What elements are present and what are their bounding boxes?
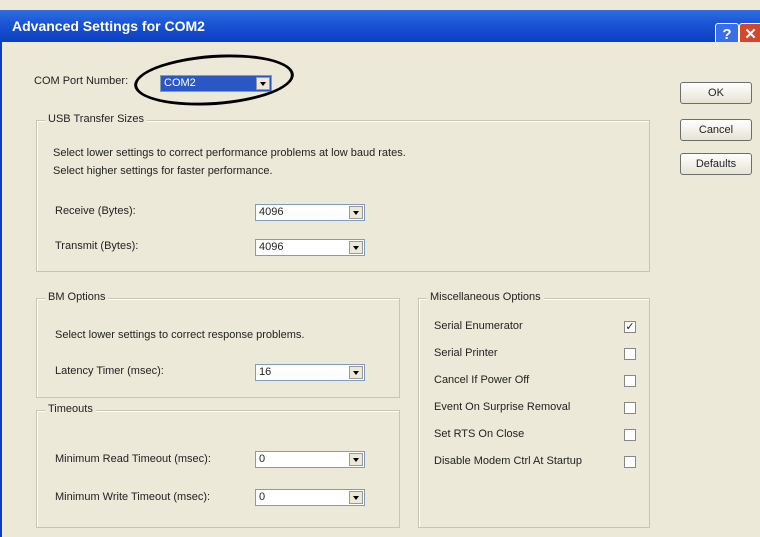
misc-option-label: Disable Modem Ctrl At Startup bbox=[434, 455, 582, 467]
usb-desc-1: Select lower settings to correct perform… bbox=[53, 147, 406, 159]
dialog-window: Advanced Settings for COM2 ? ✕ COM Port … bbox=[0, 0, 760, 537]
misc-options-group: Miscellaneous Options bbox=[418, 291, 650, 528]
usb-desc-2: Select higher settings for faster perfor… bbox=[53, 165, 273, 177]
bm-options-group: BM Options Select lower settings to corr… bbox=[36, 291, 400, 398]
chevron-down-icon[interactable] bbox=[349, 241, 363, 254]
write-timeout-select[interactable]: 0 bbox=[255, 489, 365, 506]
disable-modem-ctrl-checkbox[interactable] bbox=[624, 456, 636, 468]
transmit-value: 4096 bbox=[259, 241, 284, 253]
latency-label: Latency Timer (msec): bbox=[55, 365, 164, 377]
latency-select[interactable]: 16 bbox=[255, 364, 365, 381]
timeouts-group-title: Timeouts bbox=[45, 403, 96, 415]
chevron-down-icon[interactable] bbox=[349, 206, 363, 219]
set-rts-checkbox[interactable] bbox=[624, 429, 636, 441]
cancel-button[interactable]: Cancel bbox=[680, 119, 752, 141]
receive-label: Receive (Bytes): bbox=[55, 205, 136, 217]
window-title: Advanced Settings for COM2 bbox=[12, 18, 205, 34]
bm-desc: Select lower settings to correct respons… bbox=[55, 329, 305, 341]
usb-group-title: USB Transfer Sizes bbox=[45, 113, 147, 125]
chevron-down-icon[interactable] bbox=[349, 453, 363, 466]
read-timeout-value: 0 bbox=[259, 453, 266, 465]
surprise-removal-checkbox[interactable] bbox=[624, 402, 636, 414]
transmit-select[interactable]: 4096 bbox=[255, 239, 365, 256]
misc-option-label: Serial Printer bbox=[434, 347, 498, 359]
latency-value: 16 bbox=[259, 366, 272, 378]
write-timeout-value: 0 bbox=[259, 491, 266, 503]
read-timeout-select[interactable]: 0 bbox=[255, 451, 365, 468]
chevron-down-icon[interactable] bbox=[349, 491, 363, 504]
defaults-button[interactable]: Defaults bbox=[680, 153, 752, 175]
dialog-client: COM Port Number: COM2 OK Cancel Defaults… bbox=[0, 42, 760, 537]
receive-value: 4096 bbox=[259, 206, 284, 218]
write-timeout-label: Minimum Write Timeout (msec): bbox=[55, 491, 211, 503]
chevron-down-icon[interactable] bbox=[349, 366, 363, 379]
misc-option-label: Cancel If Power Off bbox=[434, 374, 530, 386]
misc-option-label: Serial Enumerator bbox=[434, 320, 523, 332]
title-bar: Advanced Settings for COM2 ? ✕ bbox=[0, 10, 760, 47]
bm-group-title: BM Options bbox=[45, 291, 109, 303]
misc-option-label: Event On Surprise Removal bbox=[434, 401, 571, 413]
receive-select[interactable]: 4096 bbox=[255, 204, 365, 221]
com-port-label: COM Port Number: bbox=[34, 75, 129, 87]
ok-button[interactable]: OK bbox=[680, 82, 752, 104]
misc-group-title: Miscellaneous Options bbox=[427, 291, 544, 303]
read-timeout-label: Minimum Read Timeout (msec): bbox=[55, 453, 211, 465]
transmit-label: Transmit (Bytes): bbox=[55, 240, 139, 252]
cancel-power-off-checkbox[interactable] bbox=[624, 375, 636, 387]
usb-transfer-group: USB Transfer Sizes Select lower settings… bbox=[36, 113, 650, 272]
serial-enumerator-checkbox[interactable]: ✓ bbox=[624, 321, 636, 333]
serial-printer-checkbox[interactable] bbox=[624, 348, 636, 360]
annotation-circle bbox=[132, 49, 296, 111]
misc-option-label: Set RTS On Close bbox=[434, 428, 525, 440]
timeouts-group: Timeouts Minimum Read Timeout (msec): 0 … bbox=[36, 403, 400, 528]
